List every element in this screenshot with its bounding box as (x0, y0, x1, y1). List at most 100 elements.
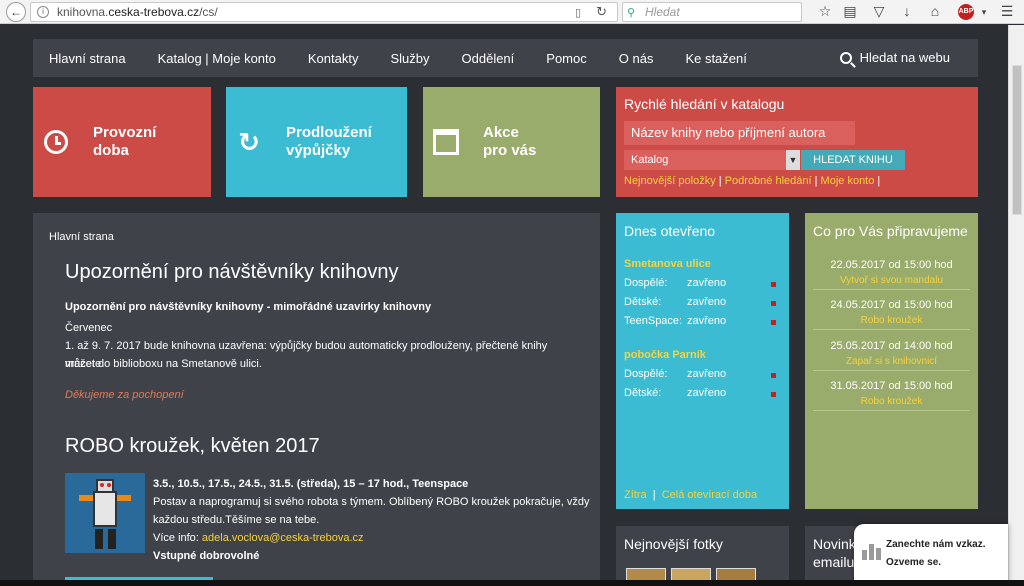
event-item: 31.05.2017 od 15:00 hod Robo kroužek (813, 376, 970, 411)
full-hours-link[interactable]: Celá otevírací doba (662, 489, 757, 501)
renew-loans-tile[interactable]: ↻ Prodloužení výpůjčky (226, 87, 407, 197)
hours-label: Dětské: (624, 387, 662, 399)
article-dates: 3.5., 10.5., 17.5., 24.5., 31.5. (středa… (153, 478, 469, 490)
event-item: 25.05.2017 od 14:00 hod Zapař si s knihov… (813, 336, 970, 371)
hours-value: zavřeno (687, 277, 727, 289)
tomorrow-link[interactable]: Zítra (624, 489, 647, 501)
open-today-title: Dnes otevřeno (624, 223, 716, 239)
event-item: 22.05.2017 od 15:00 hod Vytvoř si svou ma… (813, 255, 970, 290)
newsletter-title: Novink emailu (813, 535, 856, 571)
opening-hours-tile[interactable]: Provozní doba (33, 87, 211, 197)
advanced-search-link[interactable]: Podrobné hledání (725, 175, 812, 187)
url-host: ceska-trebova.cz (108, 5, 200, 19)
download-icon[interactable]: ↓ (898, 3, 916, 19)
event-date: 31.05.2017 od 15:00 hod (830, 380, 953, 392)
article-thanks: Děkujeme za pochopení (65, 389, 184, 401)
catalog-search-input[interactable]: Název knihy nebo příjmení autora (624, 121, 855, 145)
events-tile[interactable]: Akce pro vás (423, 87, 600, 197)
page-scrollbar[interactable] (1008, 25, 1024, 586)
separator: | (652, 489, 656, 501)
address-bar[interactable]: i knihovna. ceska-trebova.cz/cs/ ▯ ↻ (30, 2, 618, 22)
status-dot-icon (771, 392, 776, 397)
email-link[interactable]: adela.voclova@ceska-trebova.cz (202, 532, 364, 544)
newest-items-link[interactable]: Nejnovější položky (624, 175, 716, 187)
main-navigation: Hlavní strana Katalog | Moje konto Konta… (33, 39, 978, 77)
quick-search-title: Rychlé hledání v katalogu (624, 96, 785, 112)
nav-item-services[interactable]: Služby (390, 51, 429, 66)
events-tile-label-2: pro vás (483, 142, 537, 159)
reader-view-icon[interactable]: ▯ (575, 6, 581, 19)
hours-label: Dospělé: (624, 368, 668, 380)
article-info: Více info: adela.voclova@ceska-trebova.c… (153, 529, 593, 547)
nav-item-help[interactable]: Pomoc (546, 51, 586, 66)
page-content: Hlavní strana Katalog | Moje konto Konta… (0, 25, 1008, 586)
event-link[interactable]: Robo kroužek (813, 315, 970, 326)
event-date: 24.05.2017 od 15:00 hod (830, 299, 953, 311)
catalog-select[interactable]: Katalog ▼ (624, 150, 800, 170)
calendar-icon (431, 127, 461, 157)
nav-item-downloads[interactable]: Ke stažení (685, 51, 746, 66)
refresh-icon: ↻ (238, 127, 260, 157)
web-search-button[interactable]: Hledat na webu (839, 50, 950, 65)
search-book-button[interactable]: HLEDAT KNIHU (801, 150, 905, 170)
chevron-down-icon: ▼ (786, 150, 800, 170)
chat-message-line: Zanechte nám vzkaz. (886, 539, 986, 550)
article-subtitle: Upozornění pro návštěvníky knihovny - mi… (65, 301, 432, 313)
opening-hours-label-2: doba (93, 142, 129, 159)
scrollbar-thumb[interactable] (1012, 65, 1022, 215)
chat-widget[interactable]: Zanechte nám vzkaz. Ozveme se. (854, 524, 1008, 586)
pocket-icon[interactable]: ▽ (870, 3, 888, 20)
separator: | (814, 175, 818, 187)
clock-icon (41, 127, 71, 157)
status-dot-icon (771, 301, 776, 306)
home-icon[interactable]: ⌂ (926, 3, 944, 19)
article-title[interactable]: Upozornění pro návštěvníky knihovny (65, 261, 399, 284)
main-content: Hlavní strana Upozornění pro návštěvníky… (33, 213, 600, 586)
event-date: 25.05.2017 od 14:00 hod (830, 340, 953, 352)
reload-icon[interactable]: ↻ (596, 4, 607, 20)
nav-item-contacts[interactable]: Kontakty (308, 51, 359, 66)
event-link[interactable]: Vytvoř si svou mandalu (813, 275, 970, 286)
renew-label-1: Prodloužení (286, 124, 372, 141)
info-icon[interactable]: i (37, 6, 49, 18)
status-dot-icon (771, 320, 776, 325)
web-search-label: Hledat na webu (859, 50, 950, 65)
article-entry: Vstupné dobrovolné (153, 550, 260, 562)
catalog-select-value: Katalog (631, 154, 669, 166)
browser-search-placeholder: Hledat (645, 5, 680, 19)
open-today-panel: Dnes otevřeno Smetanova ulice Dospělé: za… (616, 213, 789, 509)
nav-item-about[interactable]: O nás (619, 51, 654, 66)
event-link[interactable]: Robo kroužek (813, 396, 970, 407)
adblock-menu-chevron-icon[interactable]: ▾ (975, 7, 993, 18)
bookmark-star-icon[interactable]: ☆ (816, 3, 834, 20)
search-icon (839, 51, 852, 64)
upcoming-events-panel: Co pro Vás připravujeme 22.05.2017 od 15… (805, 213, 978, 509)
os-taskbar (0, 580, 1024, 586)
robot-image[interactable] (65, 473, 145, 553)
browser-search-input[interactable]: ⚲ Hledat (622, 2, 802, 22)
article-title[interactable]: ROBO kroužek, květen 2017 (65, 435, 320, 458)
open-today-links: Zítra | Celá otevírací doba (624, 489, 757, 501)
reading-list-icon[interactable]: ▤ (841, 3, 859, 20)
nav-item-departments[interactable]: Oddělení (462, 51, 515, 66)
hamburger-menu-icon[interactable]: ☰ (998, 3, 1016, 20)
events-title: Co pro Vás připravujeme (813, 223, 968, 239)
chat-bars-icon (862, 542, 884, 560)
opening-hours-label-1: Provozní (93, 124, 157, 141)
url-rest: /cs/ (199, 5, 218, 19)
renew-label-2: výpůjčky (286, 142, 351, 159)
status-dot-icon (771, 282, 776, 287)
event-link[interactable]: Zapař si s knihovnicí (813, 356, 970, 367)
my-account-link[interactable]: Moje konto (821, 175, 875, 187)
photos-title: Nejnovější fotky (624, 536, 723, 552)
status-dot-icon (771, 373, 776, 378)
nav-item-home[interactable]: Hlavní strana (49, 51, 126, 66)
hours-value: zavřeno (687, 315, 727, 327)
nav-item-catalog[interactable]: Katalog | Moje konto (158, 51, 276, 66)
adblock-icon[interactable]: ABP (958, 4, 974, 20)
back-arrow-icon[interactable]: ← (6, 2, 26, 22)
events-tile-label-1: Akce (483, 124, 519, 141)
breadcrumb[interactable]: Hlavní strana (49, 231, 114, 243)
hours-value: zavřeno (687, 368, 727, 380)
hours-value: zavřeno (687, 387, 727, 399)
